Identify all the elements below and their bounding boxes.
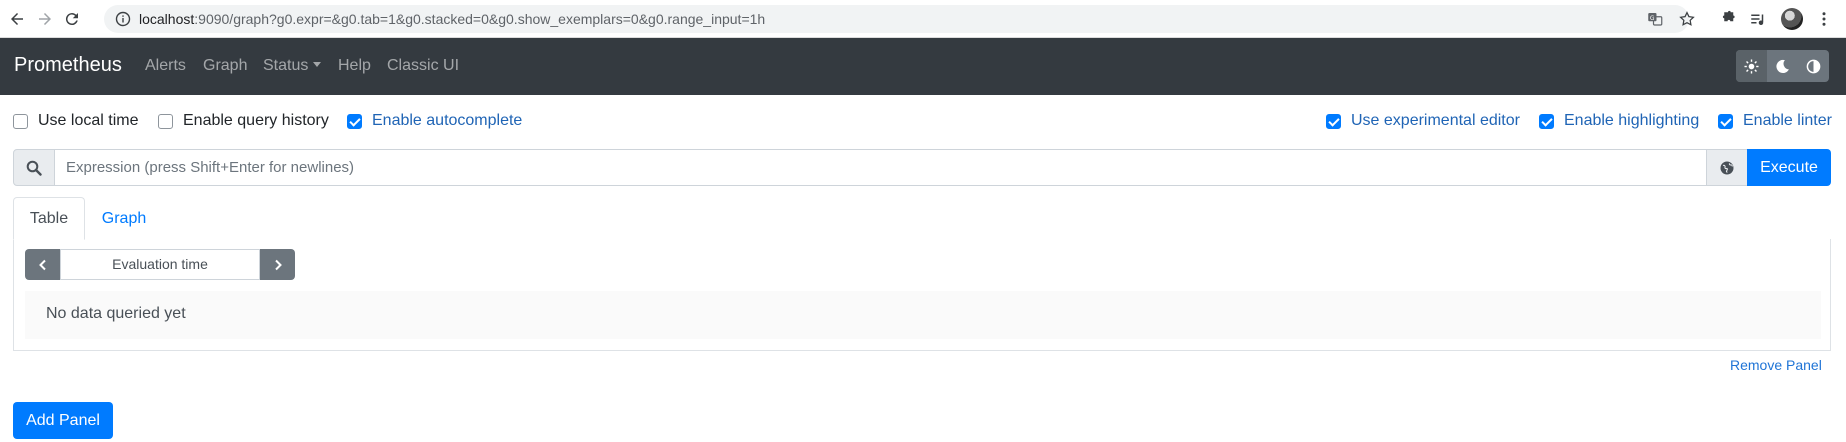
search-icon [26, 160, 42, 176]
url-text[interactable]: localhost:9090/graph?g0.expr=&g0.tab=1&g… [139, 11, 765, 27]
address-bar[interactable]: localhost:9090/graph?g0.expr=&g0.tab=1&g… [104, 5, 1689, 33]
enable-linter-label: Enable linter [1743, 112, 1832, 129]
translate-icon[interactable]: G [1643, 7, 1667, 31]
expression-input-group: Expression (press Shift+Enter for newlin… [13, 149, 1831, 186]
browser-menu-icon[interactable] [1812, 7, 1836, 31]
nav-status[interactable]: Status [263, 57, 322, 75]
dark-theme-button[interactable] [1767, 50, 1798, 82]
add-panel-button[interactable]: Add Panel [13, 402, 113, 439]
forward-arrow-icon[interactable] [33, 7, 57, 31]
enable-query-history-option[interactable]: Enable query history [158, 111, 329, 131]
url-host: localhost [139, 11, 195, 27]
profile-avatar[interactable] [1781, 8, 1803, 30]
next-time-button[interactable] [260, 249, 295, 280]
expression-input[interactable]: Expression (press Shift+Enter for newlin… [54, 149, 1707, 186]
remove-panel-link[interactable]: Remove Panel [1730, 357, 1822, 373]
enable-highlighting-label: Enable highlighting [1564, 112, 1700, 129]
evaluation-time-group: Evaluation time [25, 249, 295, 280]
svg-text:G: G [1650, 15, 1655, 22]
use-local-time-checkbox[interactable] [13, 113, 28, 129]
use-experimental-editor-checkbox[interactable] [1326, 113, 1341, 129]
auto-theme-button[interactable] [1798, 50, 1829, 82]
reload-icon[interactable] [60, 7, 84, 31]
browser-toolbar: localhost:9090/graph?g0.expr=&g0.tab=1&g… [0, 0, 1846, 38]
use-experimental-editor-label: Use experimental editor [1351, 112, 1520, 129]
nav-classic-ui[interactable]: Classic UI [387, 57, 459, 75]
use-local-time-label: Use local time [38, 112, 139, 129]
site-info-icon[interactable] [115, 11, 131, 27]
nav-alerts[interactable]: Alerts [145, 57, 186, 75]
enable-autocomplete-checkbox[interactable] [347, 113, 362, 129]
light-theme-button[interactable] [1736, 50, 1767, 82]
table-panel: Evaluation time No data queried yet [13, 239, 1831, 351]
enable-query-history-label: Enable query history [183, 112, 329, 129]
globe-icon [1720, 161, 1734, 174]
evaluation-time-input[interactable]: Evaluation time [60, 249, 260, 280]
tab-table[interactable]: Table [13, 197, 85, 240]
execute-button[interactable]: Execute [1747, 149, 1831, 186]
nav-graph[interactable]: Graph [203, 57, 247, 75]
chevron-down-icon [313, 62, 322, 67]
half-circle-icon [1806, 59, 1821, 73]
metrics-explorer-button[interactable] [1706, 149, 1748, 186]
sun-icon [1744, 58, 1759, 74]
moon-icon [1776, 59, 1789, 73]
tab-graph[interactable]: Graph [90, 197, 158, 240]
enable-query-history-checkbox[interactable] [158, 113, 173, 129]
bookmark-star-icon[interactable] [1675, 7, 1699, 31]
extensions-puzzle-icon[interactable] [1716, 7, 1740, 31]
enable-highlighting-checkbox[interactable] [1539, 113, 1554, 129]
enable-highlighting-option[interactable]: Enable highlighting [1539, 111, 1699, 131]
no-data-alert: No data queried yet [25, 291, 1821, 339]
nav-status-label: Status [263, 57, 309, 74]
reading-list-icon[interactable] [1746, 7, 1770, 31]
enable-autocomplete-option[interactable]: Enable autocomplete [347, 111, 522, 131]
search-addon [13, 149, 55, 186]
enable-autocomplete-label: Enable autocomplete [372, 112, 523, 129]
enable-linter-checkbox[interactable] [1718, 113, 1733, 129]
chevron-left-icon [38, 259, 46, 270]
use-local-time-option[interactable]: Use local time [13, 111, 138, 131]
use-experimental-editor-option[interactable]: Use experimental editor [1326, 111, 1520, 131]
theme-toggle-group [1736, 50, 1829, 82]
nav-help[interactable]: Help [338, 57, 371, 75]
top-navbar: Prometheus Alerts Graph Status Help Clas… [0, 38, 1846, 95]
url-path: :9090/graph?g0.expr=&g0.tab=1&g0.stacked… [194, 11, 766, 27]
back-arrow-icon[interactable] [5, 7, 29, 31]
no-data-text: No data queried yet [46, 305, 186, 322]
enable-linter-option[interactable]: Enable linter [1718, 111, 1832, 131]
chevron-right-icon [274, 259, 282, 270]
previous-time-button[interactable] [25, 249, 60, 280]
brand-logo[interactable]: Prometheus [14, 54, 122, 77]
